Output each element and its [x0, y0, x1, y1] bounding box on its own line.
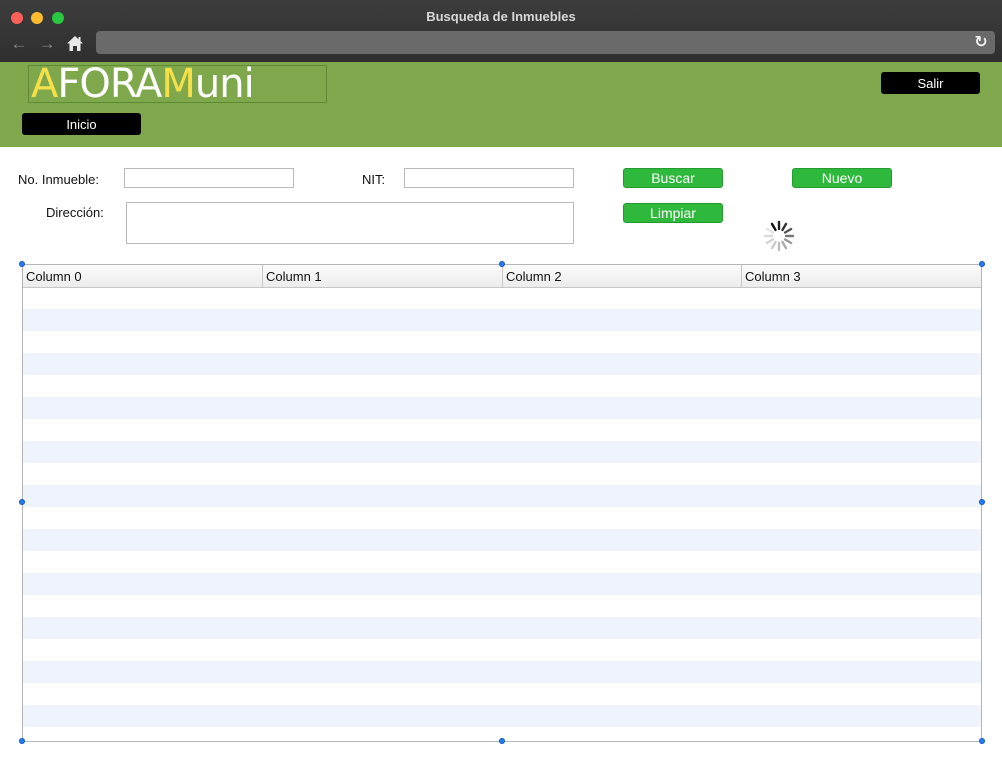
window-title: Busqueda de Inmuebles	[426, 9, 576, 24]
resize-handle-top-right[interactable]	[979, 261, 985, 267]
resize-handle-bottom-left[interactable]	[19, 738, 25, 744]
table-row[interactable]	[23, 639, 981, 661]
home-icon-glyph	[67, 35, 83, 51]
resize-handle-middle-right[interactable]	[979, 499, 985, 505]
logo-part-uni: uni	[194, 65, 255, 103]
table-row[interactable]	[23, 617, 981, 639]
logo-part-m: M	[161, 65, 196, 103]
table-row[interactable]	[23, 485, 981, 507]
table-body	[23, 287, 981, 741]
limpiar-button[interactable]: Limpiar	[623, 203, 723, 223]
back-arrow-icon[interactable]: ←	[9, 33, 29, 53]
nit-input[interactable]	[404, 168, 574, 188]
resize-handle-top-left[interactable]	[19, 261, 25, 267]
aforamuni-logo: AFORAMuni	[28, 65, 327, 103]
table-row[interactable]	[23, 705, 981, 727]
column-header-0[interactable]: Column 0	[23, 265, 263, 287]
table-row[interactable]	[23, 331, 981, 353]
app-header: AFORAMuni Salir Inicio	[0, 62, 1002, 147]
reload-icon[interactable]: ↻	[972, 33, 990, 51]
forward-arrow-icon[interactable]: →	[37, 33, 57, 53]
table-row[interactable]	[23, 529, 981, 551]
table-row[interactable]	[23, 287, 981, 309]
table-row[interactable]	[23, 551, 981, 573]
resize-handle-bottom-right[interactable]	[979, 738, 985, 744]
inicio-button[interactable]: Inicio	[22, 113, 141, 135]
nuevo-button[interactable]: Nuevo	[792, 168, 892, 188]
table-row[interactable]	[23, 661, 981, 683]
table-row[interactable]	[23, 595, 981, 617]
table-row[interactable]	[23, 463, 981, 485]
table-row[interactable]	[23, 353, 981, 375]
resize-handle-middle-left[interactable]	[19, 499, 25, 505]
logo-part-a: A	[31, 65, 58, 103]
resize-handle-bottom-center[interactable]	[499, 738, 505, 744]
table-row[interactable]	[23, 507, 981, 529]
column-header-3[interactable]: Column 3	[742, 265, 981, 287]
direccion-label: Dirección:	[46, 205, 104, 220]
table-row[interactable]	[23, 397, 981, 419]
direccion-textarea[interactable]	[126, 202, 574, 244]
nit-label: NIT:	[362, 172, 386, 187]
column-header-1[interactable]: Column 1	[263, 265, 503, 287]
table-row[interactable]	[23, 375, 981, 397]
salir-button[interactable]: Salir	[881, 72, 980, 94]
table-row[interactable]	[23, 309, 981, 331]
logo-part-fora: FORA	[57, 65, 162, 103]
table-row[interactable]	[23, 419, 981, 441]
home-icon[interactable]	[65, 33, 85, 53]
table-header: Column 0 Column 1 Column 2 Column 3	[23, 265, 981, 288]
results-table[interactable]: Column 0 Column 1 Column 2 Column 3	[22, 264, 982, 742]
buscar-button[interactable]: Buscar	[623, 168, 723, 188]
no-inmueble-input[interactable]	[124, 168, 294, 188]
table-row[interactable]	[23, 573, 981, 595]
table-row[interactable]	[23, 683, 981, 705]
table-row[interactable]	[23, 441, 981, 463]
column-header-2[interactable]: Column 2	[503, 265, 742, 287]
url-bar[interactable]	[96, 31, 995, 54]
resize-handle-top-center[interactable]	[499, 261, 505, 267]
no-inmueble-label: No. Inmueble:	[18, 172, 99, 187]
loading-spinner-icon	[763, 220, 795, 252]
window-titlebar: Busqueda de Inmuebles ← → ↻	[0, 0, 1002, 63]
